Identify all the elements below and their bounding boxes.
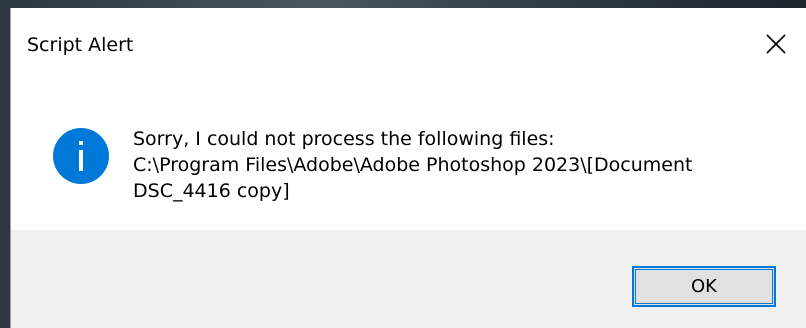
script-alert-dialog: Script Alert Sorry, I could not process … <box>10 8 806 328</box>
message-line: C:\Program Files\Adobe\Adobe Photoshop 2… <box>133 154 693 176</box>
info-icon <box>53 128 109 184</box>
ok-button[interactable]: OK <box>632 266 776 307</box>
message-line: DSC_4416 copy] <box>133 180 290 202</box>
dialog-content: Sorry, I could not process the following… <box>11 80 806 228</box>
dialog-footer: OK <box>11 230 806 328</box>
alert-message: Sorry, I could not process the following… <box>133 126 783 204</box>
title-bar[interactable]: Script Alert <box>11 8 806 80</box>
close-button[interactable] <box>758 26 794 62</box>
close-icon <box>766 34 786 54</box>
message-line: Sorry, I could not process the following… <box>133 128 555 150</box>
dialog-title: Script Alert <box>27 34 134 56</box>
